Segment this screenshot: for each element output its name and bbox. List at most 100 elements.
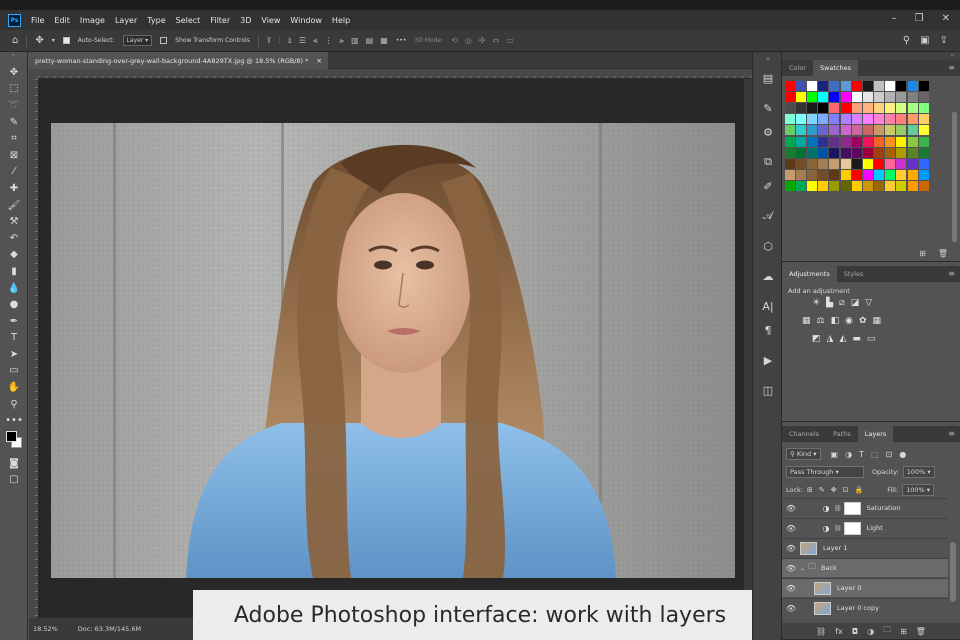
color-swatch[interactable] (806, 181, 817, 192)
color-swatch[interactable] (818, 125, 829, 136)
color-swatch[interactable] (795, 147, 806, 158)
color-swatch[interactable] (885, 125, 896, 136)
gradient-tool-icon[interactable]: ▮ (0, 263, 28, 280)
visibility-eye-icon[interactable]: 👁 (782, 584, 800, 593)
add-mask-icon[interactable]: ◘ (852, 627, 858, 636)
screen-mode-icon[interactable]: ▢ (0, 472, 28, 489)
home-icon[interactable]: ⌂ (12, 35, 18, 46)
layer-thumbnail[interactable] (800, 541, 817, 555)
color-swatch[interactable] (907, 170, 918, 181)
workspace-icon[interactable]: ▣ (920, 35, 929, 46)
dodge-tool-icon[interactable]: ● (0, 296, 28, 313)
tab-swatches[interactable]: Swatches (812, 60, 859, 76)
color-swatch[interactable] (795, 158, 806, 169)
color-swatch[interactable] (806, 147, 817, 158)
dock-collapse-icon[interactable]: « (753, 52, 783, 66)
menu-file[interactable]: File (31, 16, 44, 25)
marquee-tool-icon[interactable]: ⬚ (0, 81, 28, 98)
color-swatch[interactable] (874, 91, 885, 102)
color-swatch[interactable] (784, 170, 795, 181)
color-swatch[interactable] (806, 125, 817, 136)
character-panel-icon[interactable]: A| (753, 294, 783, 318)
close-icon[interactable]: ✕ (942, 13, 950, 24)
layer-mask-thumbnail[interactable] (843, 501, 861, 515)
lock-image-icon[interactable]: ✎ (819, 486, 825, 494)
invert-icon[interactable]: ◩ (812, 334, 821, 344)
threshold-icon[interactable]: ◭ (839, 334, 846, 344)
layer-row-layer-1[interactable]: 👁 Layer 1 (782, 538, 948, 557)
quick-select-tool-icon[interactable]: ✎ (0, 114, 28, 131)
color-swatch[interactable] (840, 136, 851, 147)
color-swatch[interactable] (862, 102, 873, 113)
color-swatch[interactable] (862, 147, 873, 158)
color-swatch[interactable] (885, 91, 896, 102)
color-swatch[interactable] (806, 170, 817, 181)
tab-channels[interactable]: Channels (782, 426, 826, 442)
color-swatch[interactable] (918, 147, 929, 158)
minimize-icon[interactable]: – (892, 13, 897, 24)
new-layer-icon[interactable]: ⊞ (900, 627, 907, 636)
color-swatch[interactable] (818, 91, 829, 102)
color-swatch[interactable] (918, 181, 929, 192)
group-expand-chevron-icon[interactable]: ⌄ (800, 565, 805, 572)
align-left-icon[interactable]: ⫷ (313, 36, 318, 46)
menu-help[interactable]: Help (332, 16, 350, 25)
toolbar-grip[interactable]: » (0, 52, 27, 64)
menu-layer[interactable]: Layer (115, 16, 137, 25)
auto-select-target-dropdown[interactable]: Layer ▾ (122, 35, 153, 46)
menu-window[interactable]: Window (290, 16, 322, 25)
layer-row-light[interactable]: 👁 ◑ ⛓ Light (782, 518, 948, 537)
align-vcenter-icon[interactable]: ⫶ (278, 36, 280, 46)
color-swatch[interactable] (874, 147, 885, 158)
align-bottom-icon[interactable]: ⫫ (287, 36, 292, 46)
distribute-h-icon[interactable]: ▤ (366, 36, 374, 46)
tab-paths[interactable]: Paths (826, 426, 858, 442)
color-swatch[interactable] (851, 158, 862, 169)
new-adjustment-icon[interactable]: ◑ (867, 627, 874, 636)
color-swatch[interactable] (918, 80, 929, 91)
visibility-eye-icon[interactable]: 👁 (782, 544, 800, 553)
blend-mode-dropdown[interactable]: Pass Through ▾ (786, 466, 864, 478)
color-swatch[interactable] (784, 102, 795, 113)
frame-tool-icon[interactable]: ⊠ (0, 147, 28, 164)
zoom-level[interactable]: 18.52% (33, 625, 58, 633)
glyphs-panel-icon[interactable]: 𝒜 (753, 204, 783, 228)
color-swatch[interactable] (784, 158, 795, 169)
visibility-eye-icon[interactable]: 👁 (782, 604, 800, 613)
chain-link-icon[interactable]: ⛓ (834, 505, 842, 512)
distribute-v-icon[interactable]: ▦ (380, 36, 388, 46)
layer-mask-thumbnail[interactable] (843, 521, 861, 535)
color-swatch[interactable] (784, 136, 795, 147)
color-swatch[interactable] (907, 125, 918, 136)
layer-row-layer-0-copy[interactable]: 👁 Layer 0 copy (782, 598, 948, 617)
move-tool-icon[interactable]: ✥ (0, 64, 28, 81)
properties-panel-icon[interactable]: ◫ (753, 378, 783, 402)
3d-roll-icon[interactable]: ◎ (465, 36, 472, 45)
color-swatch[interactable] (851, 181, 862, 192)
document-image[interactable] (51, 123, 735, 578)
color-swatch[interactable] (795, 136, 806, 147)
color-swatch[interactable] (907, 80, 918, 91)
chain-link-icon[interactable]: ⛓ (834, 525, 842, 532)
color-swatch[interactable] (784, 125, 795, 136)
actions-panel-icon[interactable]: ▶ (753, 348, 783, 372)
lock-position-icon[interactable]: ✥ (831, 486, 837, 494)
more-options-button[interactable]: ••• (396, 37, 407, 44)
lasso-tool-icon[interactable]: ➰ (0, 97, 28, 114)
color-swatch[interactable] (795, 80, 806, 91)
tab-layers[interactable]: Layers (857, 426, 894, 442)
foreground-color[interactable] (6, 431, 17, 443)
canvas-scrollbar[interactable] (744, 79, 752, 618)
color-swatch[interactable] (795, 125, 806, 136)
align-top-icon[interactable]: ⫪ (267, 36, 272, 46)
color-swatch[interactable] (806, 91, 817, 102)
color-swatch[interactable] (829, 158, 840, 169)
brush-panel-icon[interactable]: ✎ (753, 96, 783, 120)
color-swatch[interactable] (818, 114, 829, 125)
path-select-tool-icon[interactable]: ➤ (0, 346, 28, 363)
blur-tool-icon[interactable]: 💧 (0, 280, 28, 297)
color-swatch[interactable] (896, 102, 907, 113)
layer-kind-dropdown[interactable]: ⚲ Kind ▾ (786, 448, 821, 460)
quick-mask-icon[interactable]: ◙ (0, 455, 28, 472)
layer-row-back-group[interactable]: 👁 ⌄ 🗀 Back (782, 558, 948, 577)
